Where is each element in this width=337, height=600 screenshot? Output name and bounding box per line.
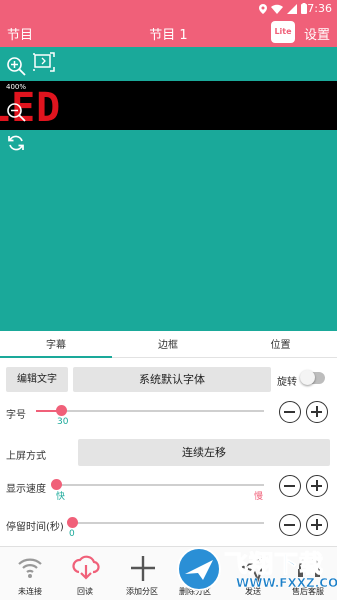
refresh-icon[interactable] [6, 133, 26, 153]
stay-time-thumb[interactable] [66, 517, 78, 528]
location-icon [259, 3, 267, 14]
speed-max-label: 慢 [254, 492, 264, 502]
status-time: 7:36 [307, 2, 332, 15]
signal-wifi-icon [271, 4, 283, 14]
speed-decrease-button[interactable] [279, 475, 301, 497]
speed-increase-button[interactable] [306, 475, 328, 497]
tab-subtitle[interactable]: 字幕 [0, 333, 112, 358]
font-select-button[interactable]: 系统默认字体 [73, 367, 271, 392]
font-size-decrease-button[interactable] [279, 401, 301, 423]
screen-mode-label: 上屏方式 [6, 451, 46, 462]
edit-text-button[interactable]: 编辑文字 [6, 367, 68, 392]
font-size-slider[interactable] [36, 410, 264, 412]
tab-position[interactable]: 位置 [224, 333, 337, 358]
watermark-url: WWW.FXXZ.COM [236, 576, 337, 591]
programs-button[interactable]: 节目 [7, 24, 33, 43]
status-icons [259, 3, 307, 14]
stay-time-increase-button[interactable] [306, 514, 328, 536]
watermark: 飞翔下载 WWW.FXXZ.COM [172, 540, 337, 598]
screen-mode-select[interactable]: 连续左移 [78, 439, 330, 466]
nav-readback-label: 回读 [77, 587, 93, 596]
status-bar: 7:36 [0, 0, 337, 18]
lite-badge[interactable]: Lite [271, 21, 295, 43]
settings-button[interactable]: 设置 [304, 24, 330, 43]
nav-connection[interactable]: 未连接 [5, 547, 55, 600]
stay-time-slider[interactable] [72, 522, 264, 524]
battery-icon [301, 3, 307, 14]
nav-add-zone-label: 添加分区 [126, 587, 158, 596]
watermark-text: 飞翔下载 [224, 550, 324, 579]
rotate-label: 旋转 [277, 377, 297, 388]
rotate-toggle-knob[interactable] [300, 370, 315, 385]
cell-signal-icon [287, 3, 297, 14]
nav-readback[interactable]: 回读 [60, 547, 110, 600]
nav-add-zone[interactable]: 添加分区 [117, 547, 167, 600]
stay-time-label: 停留时间(秒) [6, 522, 64, 533]
stay-time-decrease-button[interactable] [279, 514, 301, 536]
zoom-out-icon[interactable] [6, 102, 26, 122]
watermark-logo-icon [177, 547, 221, 591]
zoom-in-icon[interactable] [6, 56, 26, 76]
plus-icon [131, 556, 155, 581]
editor-tabs: 字幕 边框 位置 [0, 333, 337, 358]
speed-slider[interactable] [56, 484, 264, 486]
font-size-label: 字号 [6, 410, 26, 421]
tab-border[interactable]: 边框 [112, 333, 224, 358]
font-size-thumb[interactable] [55, 405, 67, 416]
stay-time-value: 0 [69, 529, 75, 539]
speed-min-label: 快 [56, 492, 66, 502]
fit-screen-icon[interactable] [33, 52, 55, 72]
speed-label: 显示速度 [6, 484, 46, 495]
font-size-value: 30 [57, 417, 69, 427]
app-toolbar: 节目 节目 1 Lite 设置 [0, 18, 337, 47]
led-preview[interactable]: LED [0, 81, 337, 130]
font-size-increase-button[interactable] [306, 401, 328, 423]
rotate-toggle[interactable] [300, 370, 325, 385]
wifi-icon [18, 558, 42, 578]
nav-connection-label: 未连接 [18, 587, 42, 596]
zoom-level: 400% [6, 83, 27, 91]
cloud-download-icon [72, 555, 100, 580]
